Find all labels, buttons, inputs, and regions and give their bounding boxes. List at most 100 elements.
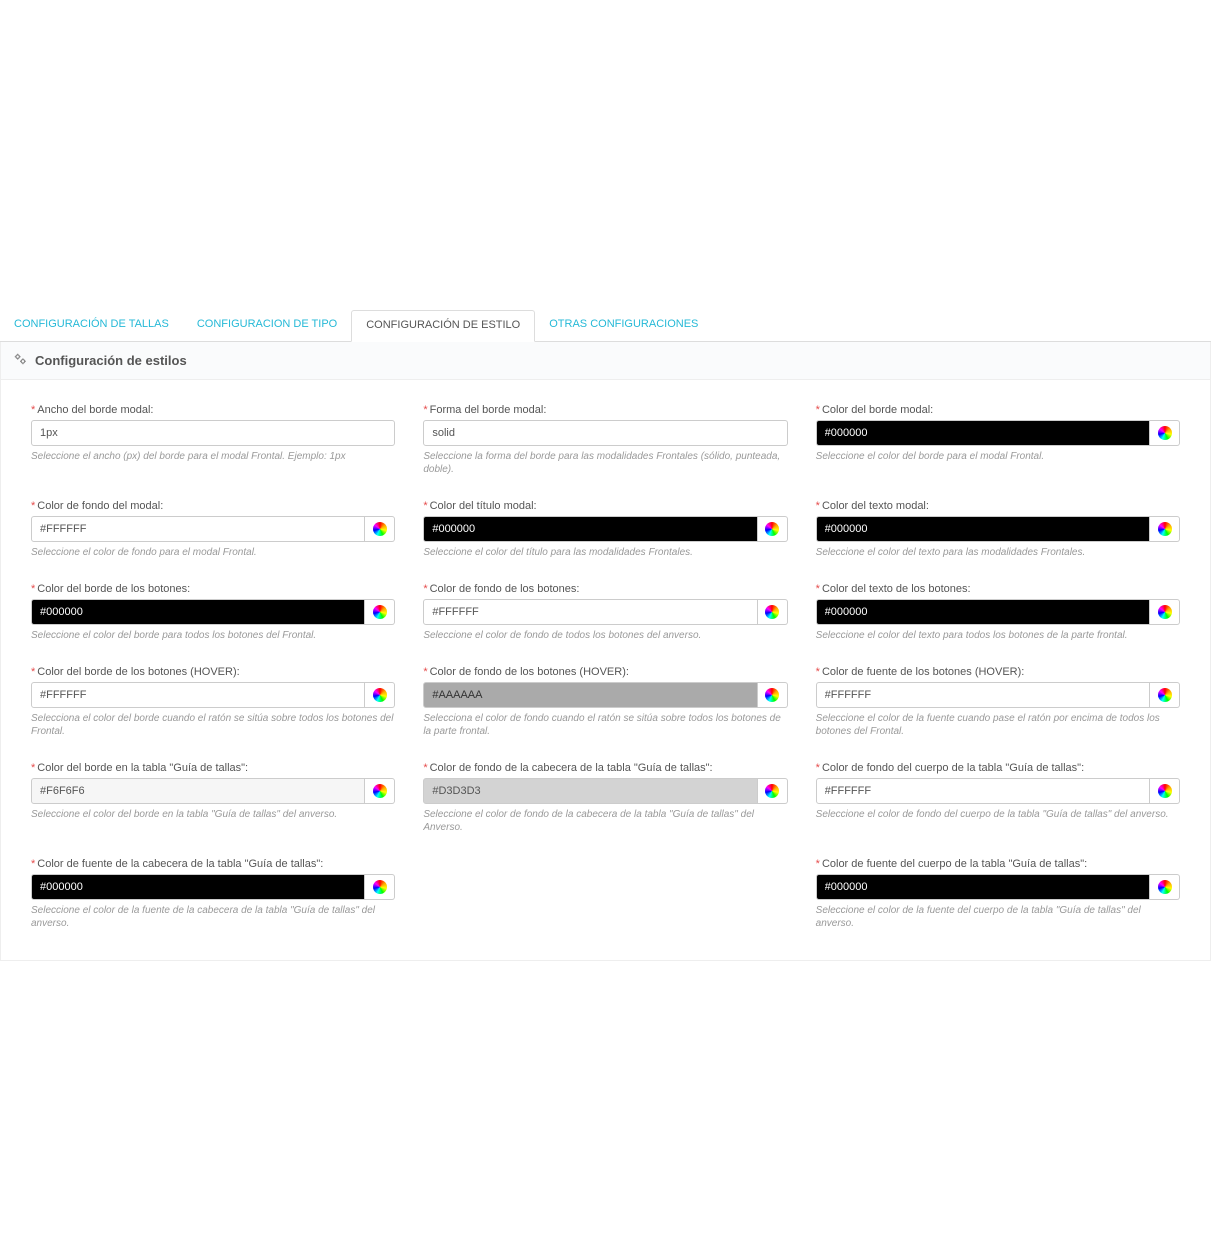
help-text: Seleccione el color del borde en la tabl… [31,808,395,821]
input-btn-bg-hover[interactable] [423,682,757,708]
color-picker-button[interactable] [365,516,395,542]
color-wheel-icon [765,605,779,619]
field-modal-border-shape: *Forma del borde modal: Seleccione la fo… [423,404,787,476]
field-table-body-font: *Color de fuente del cuerpo de la tabla … [816,858,1180,930]
label: *Ancho del borde modal: [31,404,395,416]
tab-style[interactable]: CONFIGURACIÓN DE ESTILO [351,310,535,342]
tab-sizes[interactable]: CONFIGURACIÓN DE TALLAS [0,310,183,341]
field-btn-border-hover: *Color del borde de los botones (HOVER):… [31,666,395,738]
color-picker-button[interactable] [758,599,788,625]
field-btn-bg-color: *Color de fondo de los botones: Seleccio… [423,583,787,642]
label: *Color de fuente de la cabecera de la ta… [31,858,395,870]
color-wheel-icon [765,784,779,798]
label: *Color de fuente del cuerpo de la tabla … [816,858,1180,870]
color-wheel-icon [1158,784,1172,798]
help-text: Seleccione la forma del borde para las m… [423,450,787,476]
help-text: Seleccione el color del borde para todos… [31,629,395,642]
input-modal-title-color[interactable] [423,516,757,542]
label: *Color del borde de los botones: [31,583,395,595]
field-table-body-bg: *Color de fondo del cuerpo de la tabla "… [816,762,1180,834]
color-wheel-icon [373,880,387,894]
input-modal-bg-color[interactable] [31,516,365,542]
label: *Color de fondo del modal: [31,500,395,512]
help-text: Seleccione el color del borde para el mo… [816,450,1180,463]
label: *Color de fondo del cuerpo de la tabla "… [816,762,1180,774]
help-text: Seleccione el color del título para las … [423,546,787,559]
fields-grid: *Ancho del borde modal: Seleccione el an… [31,404,1180,944]
tab-type[interactable]: CONFIGURACION DE TIPO [183,310,351,341]
label: *Color del texto de los botones: [816,583,1180,595]
input-btn-border-hover[interactable] [31,682,365,708]
help-text: Seleccione el color de fondo de todos lo… [423,629,787,642]
tab-other[interactable]: OTRAS CONFIGURACIONES [535,310,712,341]
label: *Color del borde de los botones (HOVER): [31,666,395,678]
input-btn-font-hover[interactable] [816,682,1150,708]
field-table-border-color: *Color del borde en la tabla "Guía de ta… [31,762,395,834]
input-btn-border-color[interactable] [31,599,365,625]
label: *Color del borde en la tabla "Guía de ta… [31,762,395,774]
label: *Color de fuente de los botones (HOVER): [816,666,1180,678]
input-table-body-font[interactable] [816,874,1150,900]
help-text: Seleccione el color de la fuente del cue… [816,904,1180,930]
label: *Color del título modal: [423,500,787,512]
page-root: CONFIGURACIÓN DE TALLAS CONFIGURACION DE… [0,0,1211,961]
field-modal-border-width: *Ancho del borde modal: Seleccione el an… [31,404,395,476]
field-modal-text-color: *Color del texto modal: Seleccione el co… [816,500,1180,559]
panel-header: Configuración de estilos [0,342,1211,380]
color-wheel-icon [373,784,387,798]
color-wheel-icon [765,688,779,702]
color-picker-button[interactable] [365,599,395,625]
field-modal-title-color: *Color del título modal: Seleccione el c… [423,500,787,559]
color-wheel-icon [765,522,779,536]
color-picker-button[interactable] [365,874,395,900]
tabs-bar: CONFIGURACIÓN DE TALLAS CONFIGURACION DE… [0,310,1211,342]
color-picker-button[interactable] [1150,778,1180,804]
field-table-header-font: *Color de fuente de la cabecera de la ta… [31,858,395,930]
color-picker-button[interactable] [365,682,395,708]
label: *Color del texto modal: [816,500,1180,512]
panel-body: *Ancho del borde modal: Seleccione el an… [0,380,1211,961]
input-modal-border-shape[interactable] [423,420,787,446]
help-text: Seleccione el color de fondo de la cabec… [423,808,787,834]
color-picker-button[interactable] [1150,682,1180,708]
help-text: Seleccione el color del texto para todos… [816,629,1180,642]
color-wheel-icon [1158,688,1172,702]
label: *Color de fondo de los botones (HOVER): [423,666,787,678]
field-btn-font-hover: *Color de fuente de los botones (HOVER):… [816,666,1180,738]
help-text: Seleccione el color de fondo del cuerpo … [816,808,1180,821]
help-text: Selecciona el color del borde cuando el … [31,712,395,738]
field-btn-border-color: *Color del borde de los botones: Selecci… [31,583,395,642]
color-wheel-icon [373,522,387,536]
input-table-header-bg[interactable] [423,778,757,804]
input-modal-border-width[interactable] [31,420,395,446]
color-picker-button[interactable] [758,778,788,804]
input-btn-text-color[interactable] [816,599,1150,625]
input-table-body-bg[interactable] [816,778,1150,804]
color-picker-button[interactable] [1150,599,1180,625]
input-table-border-color[interactable] [31,778,365,804]
label: *Forma del borde modal: [423,404,787,416]
input-table-header-font[interactable] [31,874,365,900]
top-whitespace [0,0,1211,310]
field-table-header-bg: *Color de fondo de la cabecera de la tab… [423,762,787,834]
color-picker-button[interactable] [758,682,788,708]
color-wheel-icon [1158,880,1172,894]
color-picker-button[interactable] [1150,420,1180,446]
input-modal-border-color[interactable] [816,420,1150,446]
color-picker-button[interactable] [1150,874,1180,900]
input-modal-text-color[interactable] [816,516,1150,542]
help-text: Seleccione el color de fondo para el mod… [31,546,395,559]
input-btn-bg-color[interactable] [423,599,757,625]
color-picker-button[interactable] [365,778,395,804]
color-wheel-icon [1158,426,1172,440]
help-text: Selecciona el color de fondo cuando el r… [423,712,787,738]
field-btn-bg-hover: *Color de fondo de los botones (HOVER): … [423,666,787,738]
color-wheel-icon [1158,522,1172,536]
panel-title: Configuración de estilos [35,353,187,368]
help-text: Seleccione el color del texto para las m… [816,546,1180,559]
color-picker-button[interactable] [758,516,788,542]
label: *Color de fondo de los botones: [423,583,787,595]
color-picker-button[interactable] [1150,516,1180,542]
help-text: Seleccione el color de la fuente de la c… [31,904,395,930]
label: *Color del borde modal: [816,404,1180,416]
